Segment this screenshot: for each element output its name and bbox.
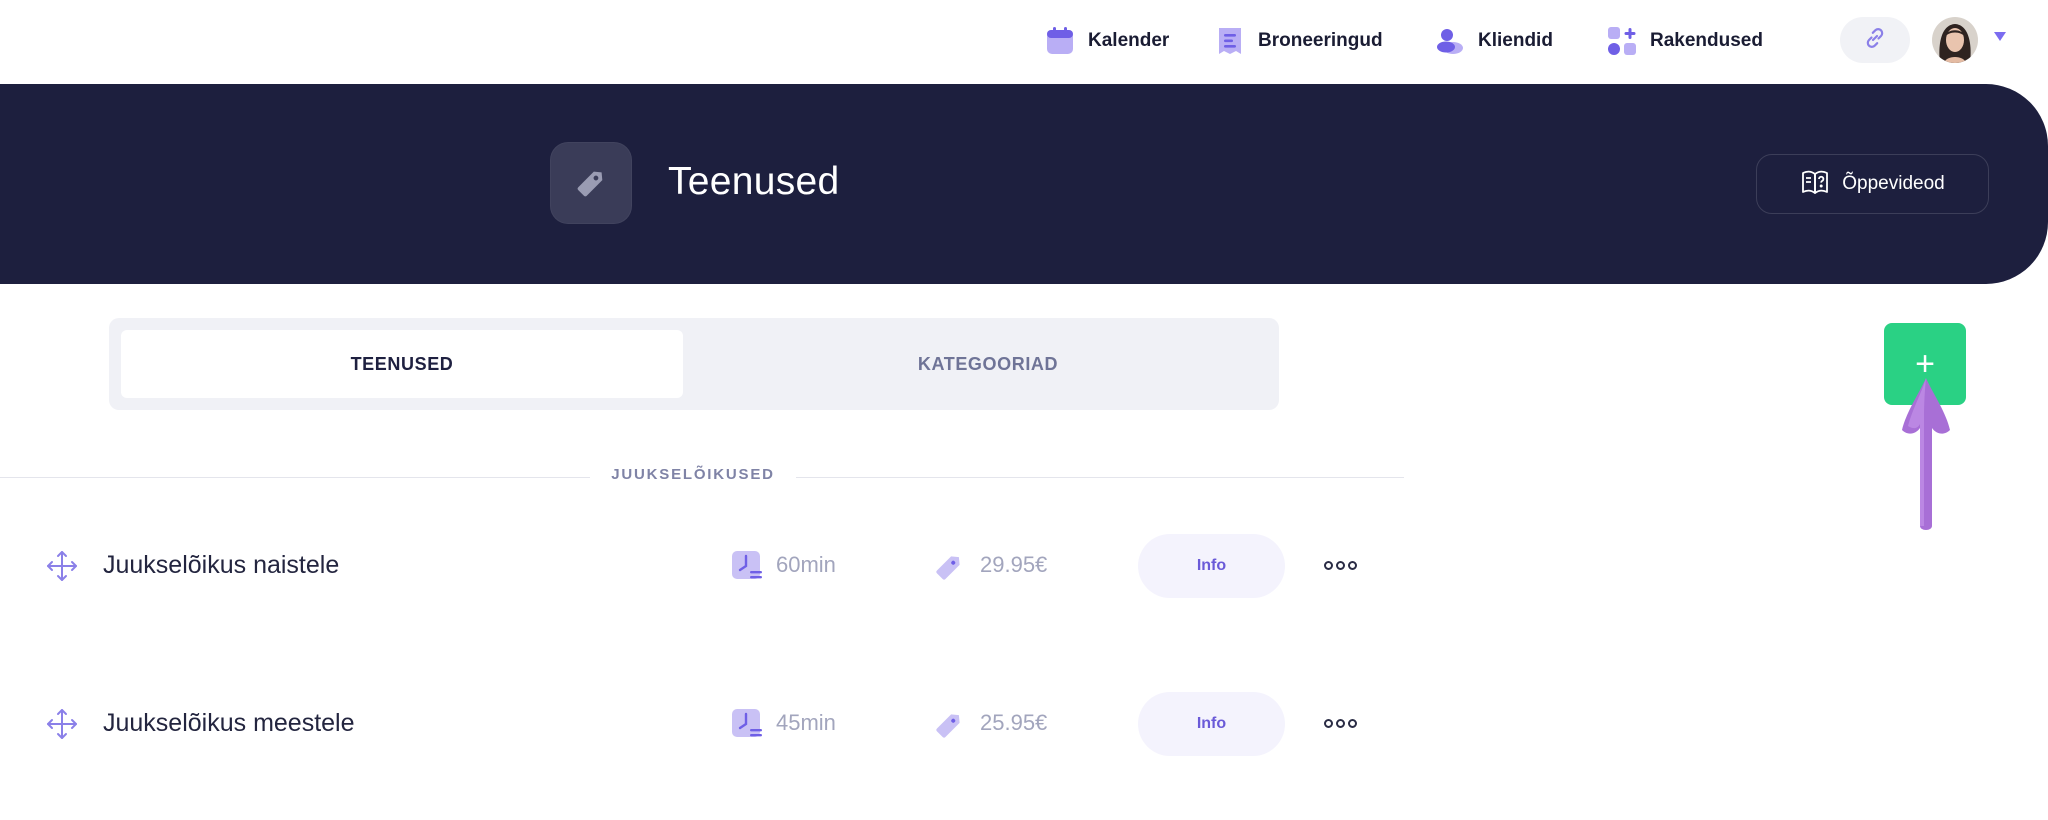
nav-item-kliendid[interactable]: Kliendid bbox=[1434, 22, 1553, 60]
info-button[interactable]: Info bbox=[1138, 692, 1285, 756]
price-tag-icon bbox=[934, 710, 964, 740]
service-name: Juukselõikus naistele bbox=[103, 551, 340, 579]
service-duration: 60min bbox=[776, 552, 836, 577]
avatar[interactable] bbox=[1932, 17, 1978, 63]
info-button[interactable]: Info bbox=[1138, 534, 1285, 598]
drag-handle-icon[interactable] bbox=[45, 549, 79, 583]
hint-arrow-icon bbox=[1902, 378, 1950, 530]
nav-item-kalender[interactable]: Kalender bbox=[1044, 22, 1169, 60]
nav-label: Rakendused bbox=[1650, 30, 1763, 51]
list-item: Juukselõikus naistele 60min 29.95€ Info bbox=[0, 512, 1404, 612]
price-tag-icon bbox=[934, 552, 964, 582]
tutorial-videos-button[interactable]: Õppevideod bbox=[1756, 154, 1989, 214]
service-price: 25.95€ bbox=[980, 710, 1048, 735]
duration-icon bbox=[730, 549, 764, 583]
bookings-icon bbox=[1214, 25, 1246, 57]
more-options-icon[interactable] bbox=[1322, 550, 1358, 580]
service-price: 29.95€ bbox=[980, 552, 1048, 577]
nav-label: Broneeringud bbox=[1258, 30, 1383, 51]
apps-icon bbox=[1606, 25, 1638, 57]
book-question-icon bbox=[1800, 167, 1830, 202]
duration-icon bbox=[730, 707, 764, 741]
nav-label: Kliendid bbox=[1478, 30, 1553, 51]
chevron-down-icon[interactable] bbox=[1994, 32, 2006, 41]
top-navigation: Kalender Broneeringud Kliendid Rakenduse… bbox=[0, 0, 2048, 84]
service-name: Juukselõikus meestele bbox=[103, 709, 355, 737]
nav-item-broneeringud[interactable]: Broneeringud bbox=[1214, 22, 1383, 60]
link-icon bbox=[1862, 25, 1888, 56]
nav-item-rakendused[interactable]: Rakendused bbox=[1606, 22, 1763, 60]
nav-label: Kalender bbox=[1088, 30, 1170, 51]
list-item: Juukselõikus meestele 45min 25.95€ Info bbox=[0, 670, 1404, 770]
tutorial-videos-label: Õppevideod bbox=[1842, 173, 1945, 194]
tag-icon bbox=[550, 142, 632, 224]
plus-icon: + bbox=[1915, 345, 1935, 383]
drag-handle-icon[interactable] bbox=[45, 707, 79, 741]
tab-categories[interactable]: KATEGOORIAD bbox=[707, 330, 1269, 398]
page-header: Teenused Õppevideod bbox=[0, 84, 2048, 284]
section-title: JUUKSELÕIKUSED bbox=[590, 466, 796, 483]
clients-icon bbox=[1434, 25, 1466, 57]
page-title: Teenused bbox=[668, 160, 840, 203]
tab-bar: TEENUSED KATEGOORIAD bbox=[109, 318, 1279, 410]
calendar-icon bbox=[1044, 25, 1076, 57]
tab-services[interactable]: TEENUSED bbox=[121, 330, 683, 398]
service-duration: 45min bbox=[776, 710, 836, 735]
more-options-icon[interactable] bbox=[1322, 708, 1358, 738]
share-link-button[interactable] bbox=[1840, 17, 1910, 63]
